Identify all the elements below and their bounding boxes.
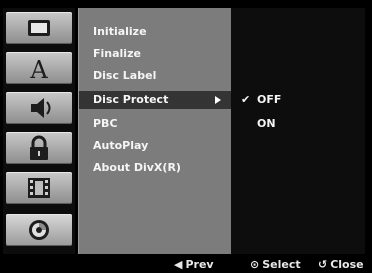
option-label: OFF xyxy=(257,93,282,106)
select-button-icon: ⊙ xyxy=(250,258,260,271)
setup-menu-screen: A Initialize Finalize Disc Label Disc Pr… xyxy=(0,0,372,273)
menu-item-label: Initialize xyxy=(93,25,147,38)
svg-text:A: A xyxy=(29,56,48,84)
hint-select: ⊙ Select xyxy=(250,256,301,273)
disc-menu-panel: Initialize Finalize Disc Label Disc Prot… xyxy=(78,8,231,254)
menu-item-about-divx[interactable]: About DivX(R) xyxy=(79,159,231,177)
menu-item-label: Disc Protect xyxy=(93,93,169,106)
menu-item-label: About DivX(R) xyxy=(93,161,181,174)
menu-item-label: AutoPlay xyxy=(93,139,149,152)
category-tile-disc[interactable] xyxy=(6,214,72,246)
menu-item-label: PBC xyxy=(93,117,118,130)
hint-prev-label: Prev xyxy=(185,258,214,271)
category-tile-language[interactable]: A xyxy=(6,52,72,84)
menu-item-label: Finalize xyxy=(93,47,141,60)
menu-item-autoplay[interactable]: AutoPlay xyxy=(79,137,231,155)
hint-prev: ◀ Prev xyxy=(174,256,214,273)
footer-hints: ◀ Prev ⊙ Select ↺ Close xyxy=(0,256,372,273)
audio-speaker-icon xyxy=(31,98,51,118)
hint-close-label: Close xyxy=(330,258,364,271)
category-icon-column: A xyxy=(3,8,75,254)
category-tile-recording[interactable] xyxy=(6,172,72,204)
menu-item-label: Disc Label xyxy=(93,69,157,82)
category-tile-lock[interactable] xyxy=(6,132,72,164)
menu-item-pbc[interactable]: PBC xyxy=(79,115,231,133)
checkmark-icon: ✔ xyxy=(241,93,251,106)
category-tile-audio[interactable] xyxy=(6,92,72,124)
menu-item-disc-label[interactable]: Disc Label xyxy=(79,67,231,85)
tv-screen-icon xyxy=(28,20,50,36)
option-panel: ✔ OFF ON xyxy=(231,8,365,254)
language-a-icon: A xyxy=(29,56,48,84)
menu-item-finalize[interactable]: Finalize xyxy=(79,45,231,63)
lock-icon xyxy=(30,135,48,160)
film-strip-icon xyxy=(28,178,50,198)
option-label: ON xyxy=(257,117,276,130)
prev-arrow-icon: ◀ xyxy=(174,258,183,271)
option-on[interactable]: ON xyxy=(231,115,365,133)
category-tile-display[interactable] xyxy=(6,12,72,44)
menu-item-disc-protect[interactable]: Disc Protect xyxy=(79,91,231,109)
submenu-arrow-icon xyxy=(215,96,221,104)
option-off[interactable]: ✔ OFF xyxy=(231,91,365,109)
disc-icon xyxy=(29,220,49,240)
menu-item-initialize[interactable]: Initialize xyxy=(79,23,231,41)
hint-close: ↺ Close xyxy=(318,256,364,273)
return-icon: ↺ xyxy=(318,258,328,271)
hint-select-label: Select xyxy=(262,258,301,271)
